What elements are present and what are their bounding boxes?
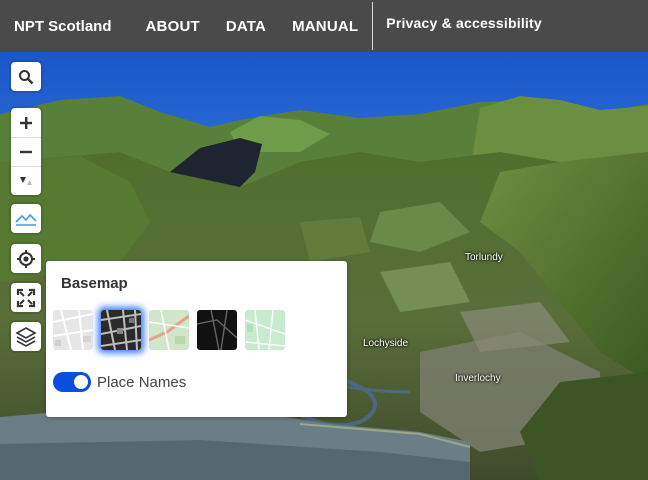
place-label-lochyside: Lochyside xyxy=(363,338,409,349)
terrain-icon xyxy=(15,213,37,226)
search-control xyxy=(11,62,41,91)
basemap-option-dark[interactable] xyxy=(197,310,237,350)
dark-basemap-thumbnail xyxy=(197,310,237,350)
basemap-option-satellite[interactable] xyxy=(101,310,141,350)
terrain-button[interactable] xyxy=(11,204,41,233)
basemap-title: Basemap xyxy=(61,275,128,292)
streets-basemap-thumbnail xyxy=(149,310,189,350)
navigation-control xyxy=(11,108,41,195)
satellite-basemap-thumbnail xyxy=(101,310,141,350)
compass-button[interactable] xyxy=(11,166,41,195)
zoom-out-icon xyxy=(20,150,32,154)
layers-control xyxy=(11,322,41,351)
grey-basemap-thumbnail xyxy=(53,310,93,350)
place-label-inverlochy: Inverlochy xyxy=(455,373,501,384)
basemap-option-light-green[interactable] xyxy=(245,310,285,350)
nav-data[interactable]: DATA xyxy=(226,18,266,35)
fullscreen-button[interactable] xyxy=(11,283,41,312)
layers-button[interactable] xyxy=(11,322,41,351)
site-brand[interactable]: NPT Scotland xyxy=(14,18,112,35)
terrain-control xyxy=(11,204,41,233)
nav-manual[interactable]: MANUAL xyxy=(292,18,358,35)
nav-privacy[interactable]: Privacy & accessibility xyxy=(386,15,542,31)
zoom-in-button[interactable] xyxy=(11,108,41,137)
geolocate-control xyxy=(11,244,41,273)
place-names-toggle[interactable] xyxy=(53,372,91,392)
toggle-knob xyxy=(74,375,88,389)
basemap-option-streets[interactable] xyxy=(149,310,189,350)
layers-icon xyxy=(15,326,37,347)
zoom-out-button[interactable] xyxy=(11,137,41,166)
geolocate-button[interactable] xyxy=(11,244,41,273)
zoom-in-icon xyxy=(20,116,32,129)
fullscreen-control xyxy=(11,283,41,312)
place-names-label: Place Names xyxy=(97,373,187,391)
geolocate-icon xyxy=(17,249,35,268)
place-label-torlundy: Torlundy xyxy=(465,252,503,263)
search-button[interactable] xyxy=(11,62,41,91)
basemap-panel: Basemap Place Names xyxy=(46,261,347,417)
nav-divider xyxy=(372,2,374,50)
nav-about[interactable]: ABOUT xyxy=(146,18,200,35)
search-icon xyxy=(19,69,34,84)
light-green-basemap-thumbnail xyxy=(245,310,285,350)
basemap-options xyxy=(53,310,285,350)
basemap-option-grey[interactable] xyxy=(53,310,93,350)
fullscreen-icon xyxy=(16,288,36,307)
compass-icon xyxy=(20,177,32,185)
place-names-row: Place Names xyxy=(53,372,186,392)
top-navbar: NPT Scotland ABOUT DATA MANUAL Privacy &… xyxy=(0,0,648,52)
